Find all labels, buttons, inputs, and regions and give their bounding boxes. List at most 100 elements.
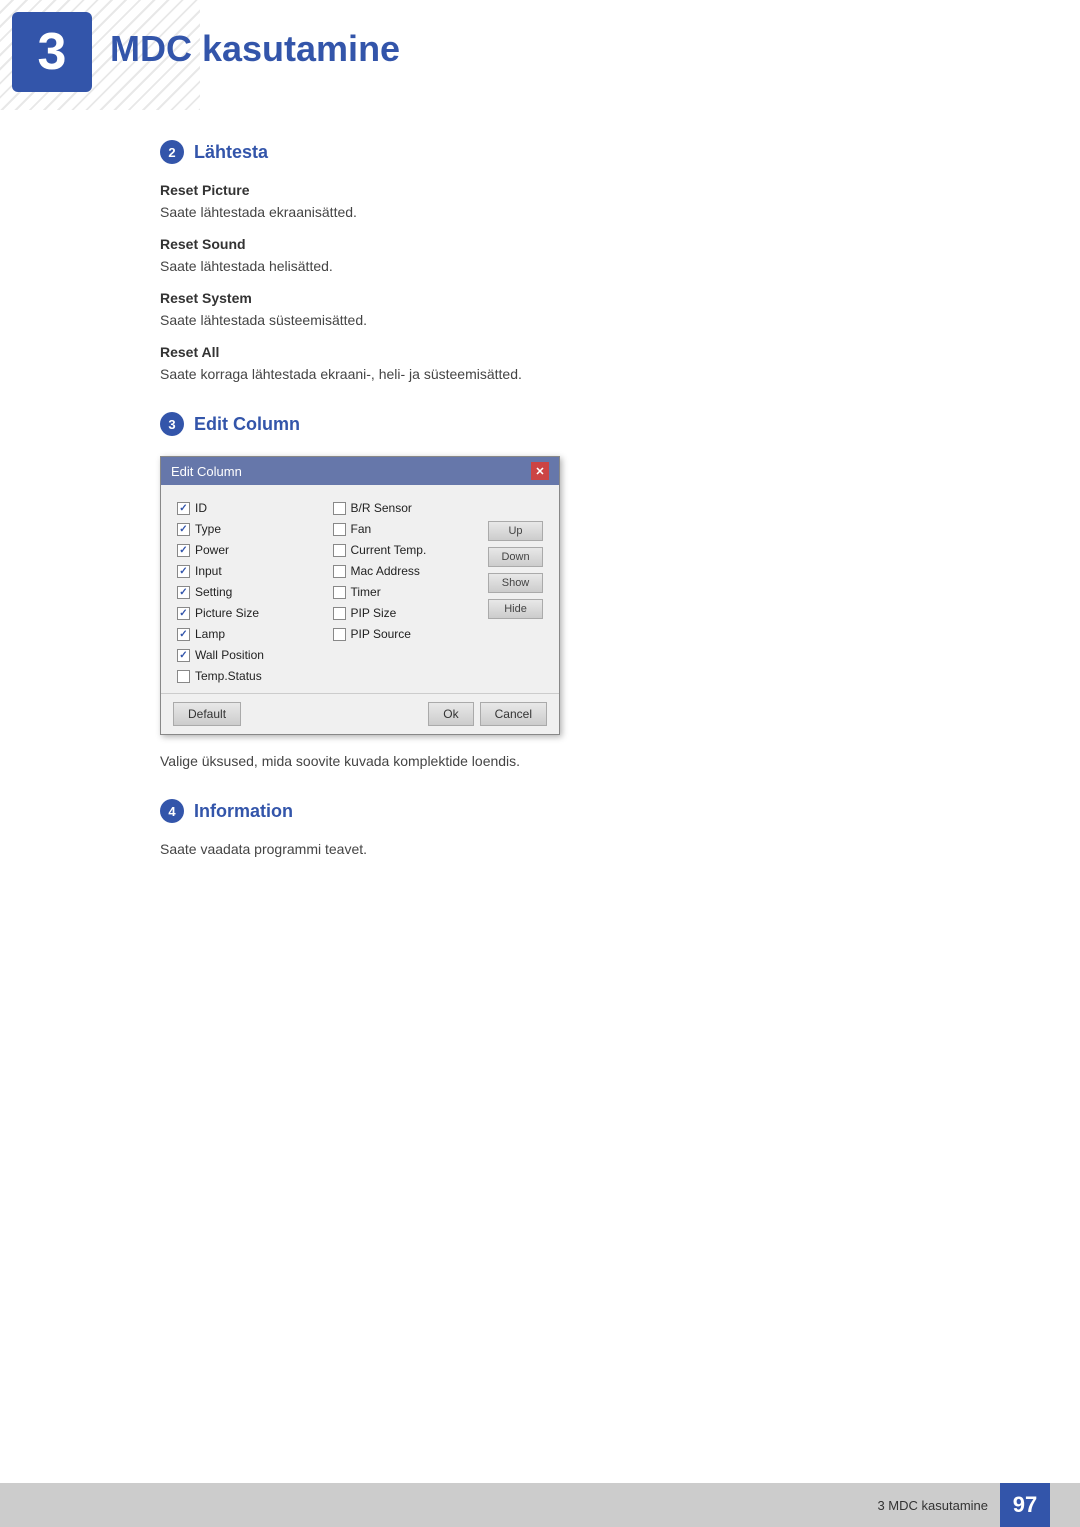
reset-sound-heading: Reset Sound bbox=[160, 236, 920, 252]
dialog-titlebar: Edit Column ✕ bbox=[161, 457, 559, 485]
check-lamp: ✓ Lamp bbox=[177, 627, 323, 641]
check-power: ✓ Power bbox=[177, 543, 323, 557]
check-current-temp: Current Temp. bbox=[333, 543, 479, 557]
hide-button[interactable]: Hide bbox=[488, 599, 543, 619]
reset-system-body: Saate lähtestada süsteemisätted. bbox=[160, 312, 920, 328]
dialog-footer: Default Ok Cancel bbox=[161, 693, 559, 734]
check-pip-size-label: PIP Size bbox=[351, 606, 397, 620]
check-input: ✓ Input bbox=[177, 564, 323, 578]
chapter-number: 3 bbox=[38, 26, 67, 78]
ok-button[interactable]: Ok bbox=[428, 702, 473, 726]
checkbox-current-temp[interactable] bbox=[333, 544, 346, 557]
checkbox-wall-position[interactable]: ✓ bbox=[177, 649, 190, 662]
check-mac-address: Mac Address bbox=[333, 564, 479, 578]
page-number: 97 bbox=[1000, 1483, 1050, 1527]
cancel-button[interactable]: Cancel bbox=[480, 702, 547, 726]
dialog-right-col: B/R Sensor Fan Current Temp. Mac Ad bbox=[333, 501, 479, 683]
check-br-sensor-label: B/R Sensor bbox=[351, 501, 412, 515]
dialog-body: ✓ ID ✓ Type ✓ Power ✓ In bbox=[161, 485, 559, 693]
dialog-left-col: ✓ ID ✓ Type ✓ Power ✓ In bbox=[177, 501, 323, 683]
check-br-sensor: B/R Sensor bbox=[333, 501, 479, 515]
check-id: ✓ ID bbox=[177, 501, 323, 515]
check-current-temp-label: Current Temp. bbox=[351, 543, 427, 557]
reset-sound-body: Saate lähtestada helisätted. bbox=[160, 258, 920, 274]
page-footer: 3 MDC kasutamine 97 bbox=[0, 1483, 1080, 1527]
check-mac-address-label: Mac Address bbox=[351, 564, 420, 578]
section-information: 4 Information Saate vaadata programmi te… bbox=[160, 799, 920, 857]
check-picture-size-label: Picture Size bbox=[195, 606, 259, 620]
section-edit-column: 3 Edit Column Edit Column ✕ ✓ ID bbox=[160, 412, 920, 769]
checkbox-mac-address[interactable] bbox=[333, 565, 346, 578]
footer-right-buttons: Ok Cancel bbox=[428, 702, 547, 726]
check-fan: Fan bbox=[333, 522, 479, 536]
section4-heading: 4 Information bbox=[160, 799, 920, 823]
dialog-wrapper: Edit Column ✕ ✓ ID ✓ Type bbox=[160, 456, 920, 735]
checkbox-power[interactable]: ✓ bbox=[177, 544, 190, 557]
reset-all-heading: Reset All bbox=[160, 344, 920, 360]
check-setting-label: Setting bbox=[195, 585, 232, 599]
page-header: 3 MDC kasutamine bbox=[0, 0, 1080, 110]
checkbox-temp-status[interactable] bbox=[177, 670, 190, 683]
reset-all-body: Saate korraga lähtestada ekraani-, heli-… bbox=[160, 366, 920, 382]
reset-picture-body: Saate lähtestada ekraanisätted. bbox=[160, 204, 920, 220]
section4-circle: 4 bbox=[160, 799, 184, 823]
section3-circle: 3 bbox=[160, 412, 184, 436]
check-temp-status: Temp.Status bbox=[177, 669, 323, 683]
checkbox-setting[interactable]: ✓ bbox=[177, 586, 190, 599]
check-id-label: ID bbox=[195, 501, 207, 515]
checkbox-br-sensor[interactable] bbox=[333, 502, 346, 515]
section3-body: Valige üksused, mida soovite kuvada komp… bbox=[160, 753, 920, 769]
show-button[interactable]: Show bbox=[488, 573, 543, 593]
section-lahtesta: 2 Lähtesta Reset Picture Saate lähtestad… bbox=[160, 140, 920, 382]
checkbox-pip-size[interactable] bbox=[333, 607, 346, 620]
section3-heading: 3 Edit Column bbox=[160, 412, 920, 436]
check-pip-source-label: PIP Source bbox=[351, 627, 411, 641]
section4-body: Saate vaadata programmi teavet. bbox=[160, 841, 920, 857]
default-button[interactable]: Default bbox=[173, 702, 241, 726]
content-area: 2 Lähtesta Reset Picture Saate lähtestad… bbox=[0, 140, 1080, 857]
reset-all-block: Reset All Saate korraga lähtestada ekraa… bbox=[160, 344, 920, 382]
section2-title: Lähtesta bbox=[194, 142, 268, 163]
dialog-title: Edit Column bbox=[171, 464, 242, 479]
reset-sound-block: Reset Sound Saate lähtestada helisätted. bbox=[160, 236, 920, 274]
checkbox-type[interactable]: ✓ bbox=[177, 523, 190, 536]
section2-circle: 2 bbox=[160, 140, 184, 164]
checkbox-lamp[interactable]: ✓ bbox=[177, 628, 190, 641]
section3-title: Edit Column bbox=[194, 414, 300, 435]
check-timer-label: Timer bbox=[351, 585, 381, 599]
checkbox-pip-source[interactable] bbox=[333, 628, 346, 641]
check-picture-size: ✓ Picture Size bbox=[177, 606, 323, 620]
check-fan-label: Fan bbox=[351, 522, 372, 536]
check-timer: Timer bbox=[333, 585, 479, 599]
check-pip-size: PIP Size bbox=[333, 606, 479, 620]
section2-heading: 2 Lähtesta bbox=[160, 140, 920, 164]
checkbox-timer[interactable] bbox=[333, 586, 346, 599]
reset-system-heading: Reset System bbox=[160, 290, 920, 306]
checkbox-fan[interactable] bbox=[333, 523, 346, 536]
check-temp-status-label: Temp.Status bbox=[195, 669, 262, 683]
footer-text: 3 MDC kasutamine bbox=[877, 1498, 988, 1513]
reset-picture-heading: Reset Picture bbox=[160, 182, 920, 198]
section4-title: Information bbox=[194, 801, 293, 822]
check-input-label: Input bbox=[195, 564, 222, 578]
check-setting: ✓ Setting bbox=[177, 585, 323, 599]
checkbox-input[interactable]: ✓ bbox=[177, 565, 190, 578]
checkbox-id[interactable]: ✓ bbox=[177, 502, 190, 515]
chapter-box: 3 bbox=[12, 12, 92, 92]
check-lamp-label: Lamp bbox=[195, 627, 225, 641]
chapter-title: MDC kasutamine bbox=[110, 28, 400, 70]
edit-column-dialog: Edit Column ✕ ✓ ID ✓ Type bbox=[160, 456, 560, 735]
down-button[interactable]: Down bbox=[488, 547, 543, 567]
check-type-label: Type bbox=[195, 522, 221, 536]
up-button[interactable]: Up bbox=[488, 521, 543, 541]
check-wall-position-label: Wall Position bbox=[195, 648, 264, 662]
check-power-label: Power bbox=[195, 543, 229, 557]
reset-system-block: Reset System Saate lähtestada süsteemisä… bbox=[160, 290, 920, 328]
dialog-close-button[interactable]: ✕ bbox=[531, 462, 549, 480]
checkbox-picture-size[interactable]: ✓ bbox=[177, 607, 190, 620]
check-wall-position: ✓ Wall Position bbox=[177, 648, 323, 662]
check-pip-source: PIP Source bbox=[333, 627, 479, 641]
reset-picture-block: Reset Picture Saate lähtestada ekraanisä… bbox=[160, 182, 920, 220]
check-type: ✓ Type bbox=[177, 522, 323, 536]
dialog-side-buttons: Up Down Show Hide bbox=[488, 501, 543, 683]
